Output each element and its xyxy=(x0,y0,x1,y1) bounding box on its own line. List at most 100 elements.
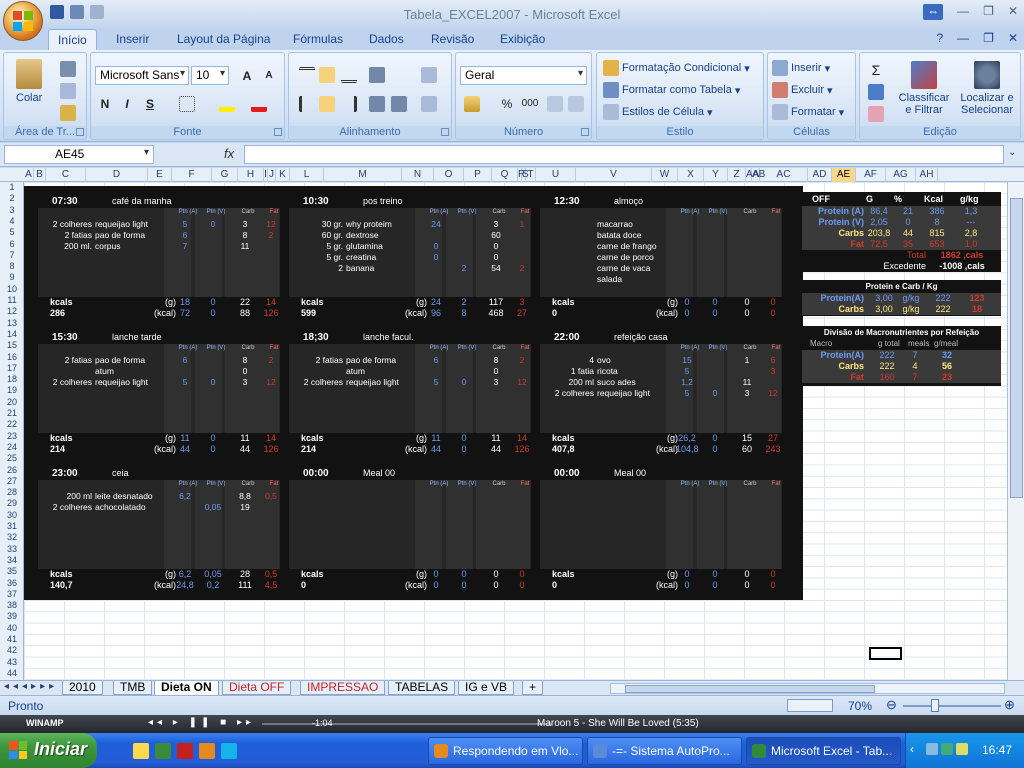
align-top-icon[interactable] xyxy=(299,67,315,83)
minimize-button[interactable]: — xyxy=(957,4,969,20)
wb-restore-button[interactable]: ❐ xyxy=(983,31,994,45)
sheet-tab[interactable]: Dieta OFF xyxy=(222,681,292,695)
column-header[interactable]: N xyxy=(402,168,434,182)
tab-formulas[interactable]: Fórmulas xyxy=(293,32,343,46)
resize-icon[interactable]: ⇔ xyxy=(923,4,944,20)
row-header[interactable]: 35 xyxy=(0,566,24,577)
tab-layout[interactable]: Layout da Página xyxy=(177,32,270,46)
format-painter-icon[interactable] xyxy=(60,105,76,121)
format-table-button[interactable]: Formatar como Tabela ▾ xyxy=(603,82,740,98)
horizontal-scroll-thumb[interactable] xyxy=(625,685,875,693)
row-header[interactable]: 21 xyxy=(0,408,24,419)
row-header[interactable]: 42 xyxy=(0,645,24,656)
number-launcher[interactable] xyxy=(581,128,589,136)
vertical-scrollbar[interactable] xyxy=(1007,182,1024,680)
thousands-button[interactable]: 000 xyxy=(520,94,540,113)
sheet-nav-arrows[interactable]: ◂◂◂▸▸▸ xyxy=(4,681,58,692)
meal-item-row[interactable]: 1 fatia ricota 5 3 xyxy=(540,366,782,377)
row-header[interactable]: 15 xyxy=(0,340,24,351)
view-buttons[interactable] xyxy=(787,699,833,712)
restore-button[interactable]: ❐ xyxy=(983,4,994,20)
tab-revisao[interactable]: Revisão xyxy=(431,32,474,46)
zoom-in-icon[interactable]: ⊕ xyxy=(1004,697,1015,713)
sheet-tab[interactable]: TMB xyxy=(113,681,153,695)
borders-icon[interactable] xyxy=(179,96,195,112)
bold-button[interactable]: N xyxy=(95,94,115,113)
column-header[interactable]: AC xyxy=(760,168,808,182)
column-header[interactable]: H xyxy=(238,168,264,182)
underline-button[interactable]: S xyxy=(140,94,160,113)
sheet-tab[interactable]: 2010 xyxy=(62,681,103,695)
row-header[interactable]: 7 xyxy=(0,250,24,261)
wb-minimize-button[interactable]: — xyxy=(957,31,969,45)
row-header[interactable]: 28 xyxy=(0,487,24,498)
meal-item-row[interactable]: 2 colheres requeijao light 5 0 3 12 xyxy=(38,219,280,230)
column-header[interactable]: V xyxy=(576,168,652,182)
formula-input[interactable] xyxy=(244,145,1004,164)
paste-button[interactable]: Colar xyxy=(16,59,42,104)
winamp-controls[interactable]: ◂◂ ▸ ❚❚ ■ ▸▸ xyxy=(148,717,255,728)
row-header[interactable]: 5 xyxy=(0,227,24,238)
grow-font-button[interactable]: A xyxy=(237,66,257,85)
start-button[interactable]: Iniciar xyxy=(0,733,97,768)
column-header[interactable]: B xyxy=(34,168,46,182)
column-header[interactable]: E xyxy=(148,168,172,182)
new-sheet-icon[interactable]: + xyxy=(522,681,544,695)
column-header[interactable]: J xyxy=(268,168,276,182)
increase-indent-icon[interactable] xyxy=(391,96,407,112)
column-header[interactable]: U xyxy=(536,168,576,182)
folder-icon[interactable] xyxy=(133,743,149,759)
name-box-dropdown-icon[interactable]: ▾ xyxy=(144,147,149,158)
decrease-indent-icon[interactable] xyxy=(369,96,385,112)
row-header[interactable]: 14 xyxy=(0,329,24,340)
increase-decimal-icon[interactable] xyxy=(547,96,563,112)
font-name-combo[interactable]: Microsoft Sans xyxy=(95,66,189,85)
skype-icon[interactable] xyxy=(221,743,237,759)
meal-item-row[interactable]: carne de porco xyxy=(540,252,782,263)
sheet-tab[interactable]: IMPRESSAO xyxy=(300,681,386,695)
column-header[interactable]: T xyxy=(526,168,536,182)
row-header[interactable]: 43 xyxy=(0,657,24,668)
decrease-decimal-icon[interactable] xyxy=(568,96,584,112)
row-header[interactable]: 40 xyxy=(0,623,24,634)
font-size-combo[interactable]: 10 xyxy=(191,66,229,85)
fill-color-icon[interactable] xyxy=(219,96,235,112)
row-header[interactable]: 17 xyxy=(0,363,24,374)
taskbar-button-excel[interactable]: Microsoft Excel - Tab... xyxy=(746,737,901,765)
help-icon[interactable]: ? xyxy=(936,31,943,45)
column-header[interactable]: Q xyxy=(492,168,518,182)
meal-item-row[interactable]: 2 colheres requeijao light 5 0 3 12 xyxy=(540,388,782,399)
meal-item-row[interactable]: 2 banana 2 54 2 xyxy=(289,263,531,274)
row-header[interactable]: 38 xyxy=(0,600,24,611)
office-button[interactable] xyxy=(3,1,43,41)
row-header[interactable]: 24 xyxy=(0,442,24,453)
video-icon[interactable] xyxy=(177,743,193,759)
winamp-seekbar[interactable] xyxy=(262,723,552,725)
meal-item-row[interactable]: 30 gr. why proteim 24 3 1 xyxy=(289,219,531,230)
column-header[interactable]: AG xyxy=(886,168,916,182)
row-header[interactable]: 10 xyxy=(0,284,24,295)
name-box[interactable]: AE45 xyxy=(4,145,154,164)
sort-filter-button[interactable]: Classificar e Filtrar xyxy=(896,61,952,116)
column-header[interactable]: Z xyxy=(728,168,746,182)
row-header[interactable]: 29 xyxy=(0,498,24,509)
meal-item-row[interactable]: atum 0 xyxy=(38,366,280,377)
meal-item-row[interactable]: atum 0 xyxy=(289,366,531,377)
format-cells-button[interactable]: Formatar ▾ xyxy=(772,104,844,120)
shrink-font-button[interactable]: A xyxy=(259,66,279,85)
align-left-icon[interactable] xyxy=(299,96,315,112)
align-right-icon[interactable] xyxy=(341,96,357,112)
currency-icon[interactable] xyxy=(464,96,480,112)
align-bottom-icon[interactable] xyxy=(341,67,357,83)
column-header[interactable]: Y xyxy=(704,168,728,182)
autosum-icon[interactable]: Σ xyxy=(866,60,886,79)
active-cell[interactable] xyxy=(869,647,902,660)
merge-center-icon[interactable] xyxy=(421,96,437,112)
horizontal-scrollbar[interactable] xyxy=(610,683,1005,694)
cell-styles-button[interactable]: Estilos de Célula ▾ xyxy=(603,104,712,120)
sheet-tab[interactable]: TABELAS xyxy=(388,681,456,695)
row-header[interactable]: 6 xyxy=(0,239,24,250)
meal-item-row[interactable]: 5 gr. creatina 0 0 xyxy=(289,252,531,263)
sheet-tab[interactable]: Dieta ON xyxy=(154,681,219,696)
row-header[interactable]: 30 xyxy=(0,510,24,521)
